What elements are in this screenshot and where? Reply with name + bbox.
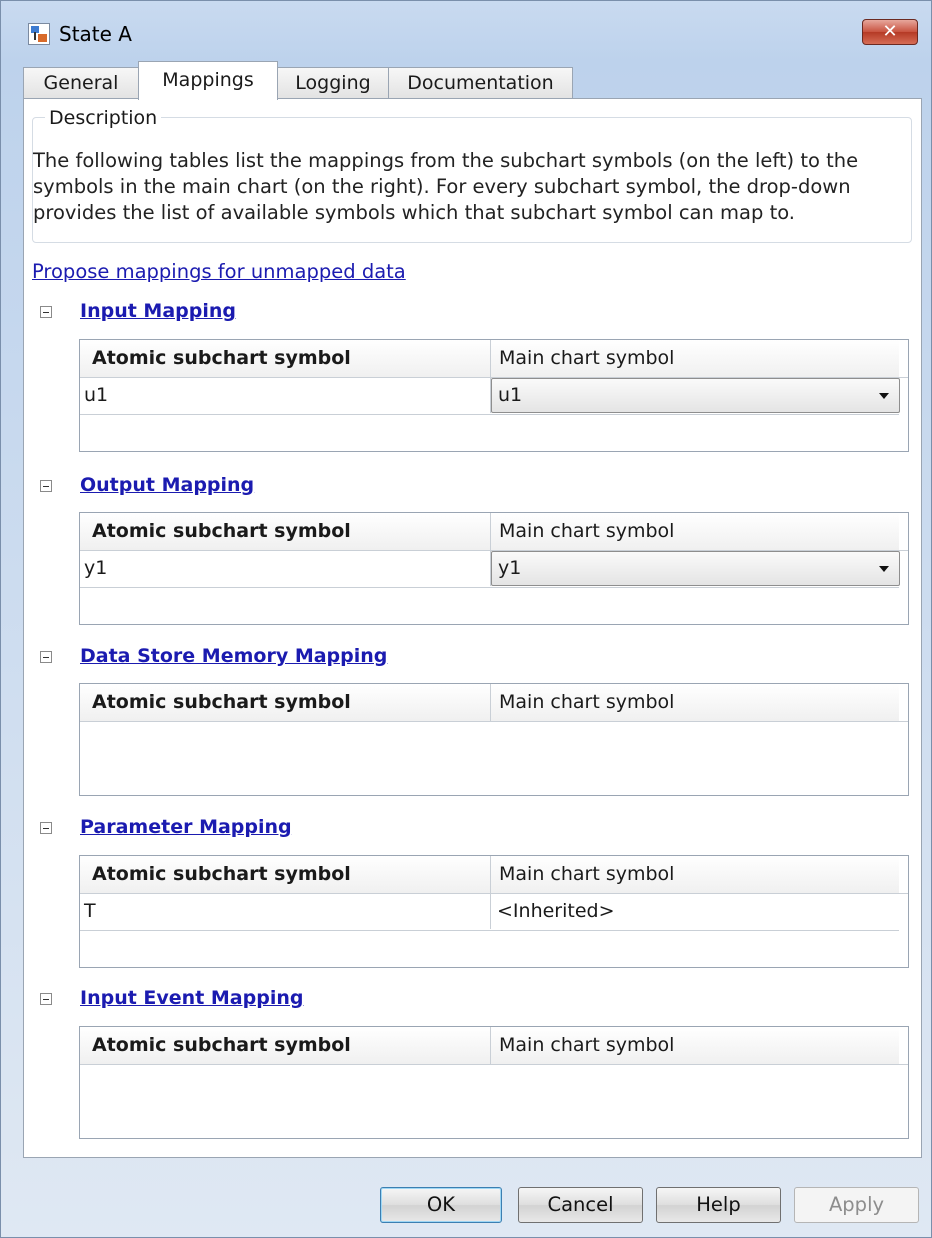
table-row: y1 y1 bbox=[80, 550, 900, 588]
dropdown-arrow-icon bbox=[879, 566, 889, 572]
collapse-icon[interactable] bbox=[40, 480, 52, 492]
window-title: State A bbox=[59, 22, 132, 46]
column-header-main[interactable]: Main chart symbol bbox=[491, 513, 899, 550]
title-bar[interactable]: State A ✕ bbox=[1, 1, 931, 51]
table-header: Atomic subchart symbol Main chart symbol bbox=[80, 684, 908, 722]
dropdown-arrow-icon bbox=[879, 393, 889, 399]
main-symbol-dropdown[interactable]: y1 bbox=[491, 551, 900, 586]
collapse-icon[interactable] bbox=[40, 993, 52, 1005]
description-legend: Description bbox=[45, 107, 162, 129]
description-text: The following tables list the mappings f… bbox=[33, 148, 909, 226]
collapse-icon[interactable] bbox=[40, 651, 52, 663]
table-header: Atomic subchart symbol Main chart symbol bbox=[80, 856, 908, 894]
apply-button[interactable]: Apply bbox=[794, 1187, 919, 1223]
column-header-subchart[interactable]: Atomic subchart symbol bbox=[80, 340, 491, 377]
parameter-mapping-title[interactable]: Parameter Mapping bbox=[80, 816, 292, 838]
column-header-subchart[interactable]: Atomic subchart symbol bbox=[80, 1027, 491, 1064]
table-header: Atomic subchart symbol Main chart symbol bbox=[80, 1027, 908, 1065]
collapse-icon[interactable] bbox=[40, 306, 52, 318]
table-row: T <Inherited> bbox=[80, 893, 899, 931]
column-header-main[interactable]: Main chart symbol bbox=[491, 340, 899, 377]
table-header: Atomic subchart symbol Main chart symbol bbox=[80, 340, 908, 378]
cancel-button[interactable]: Cancel bbox=[518, 1187, 643, 1223]
data-store-mapping-table: Atomic subchart symbol Main chart symbol bbox=[79, 683, 909, 796]
close-icon: ✕ bbox=[882, 21, 898, 42]
help-button[interactable]: Help bbox=[656, 1187, 781, 1223]
main-symbol-dropdown[interactable]: u1 bbox=[491, 378, 900, 413]
main-symbol-cell[interactable]: <Inherited> bbox=[491, 893, 899, 929]
output-mapping-title[interactable]: Output Mapping bbox=[80, 474, 254, 496]
tab-mappings[interactable]: Mappings bbox=[138, 61, 278, 100]
tab-general[interactable]: General bbox=[23, 67, 139, 98]
propose-mappings-link[interactable]: Propose mappings for unmapped data bbox=[32, 260, 406, 283]
description-line: provides the list of available symbols w… bbox=[33, 201, 796, 224]
column-header-subchart[interactable]: Atomic subchart symbol bbox=[80, 513, 491, 550]
table-header: Atomic subchart symbol Main chart symbol bbox=[80, 513, 908, 551]
input-event-mapping-title[interactable]: Input Event Mapping bbox=[80, 987, 303, 1009]
column-header-main[interactable]: Main chart symbol bbox=[491, 1027, 899, 1064]
ok-button[interactable]: OK bbox=[380, 1187, 502, 1223]
subchart-symbol-cell[interactable]: u1 bbox=[80, 377, 491, 413]
column-header-subchart[interactable]: Atomic subchart symbol bbox=[80, 856, 491, 893]
output-mapping-table: Atomic subchart symbol Main chart symbol… bbox=[79, 512, 909, 625]
table-row: u1 u1 bbox=[80, 377, 900, 415]
input-mapping-title[interactable]: Input Mapping bbox=[80, 300, 236, 322]
dialog-window: State A ✕ General Mappings Logging Docum… bbox=[0, 0, 932, 1238]
tab-documentation[interactable]: Documentation bbox=[388, 67, 573, 98]
stateflow-state-icon bbox=[28, 23, 50, 45]
tab-logging[interactable]: Logging bbox=[277, 67, 389, 98]
subchart-symbol-cell[interactable]: T bbox=[80, 893, 491, 929]
description-line: symbols in the main chart (on the right)… bbox=[33, 175, 851, 198]
collapse-icon[interactable] bbox=[40, 822, 52, 834]
column-header-main[interactable]: Main chart symbol bbox=[491, 684, 899, 721]
input-event-mapping-table: Atomic subchart symbol Main chart symbol bbox=[79, 1026, 909, 1139]
data-store-mapping-title[interactable]: Data Store Memory Mapping bbox=[80, 645, 387, 667]
dropdown-value: y1 bbox=[498, 557, 522, 579]
parameter-mapping-table: Atomic subchart symbol Main chart symbol… bbox=[79, 855, 909, 968]
input-mapping-table: Atomic subchart symbol Main chart symbol… bbox=[79, 339, 909, 452]
mappings-panel: Description The following tables list th… bbox=[23, 98, 922, 1158]
column-header-main[interactable]: Main chart symbol bbox=[491, 856, 899, 893]
description-line: The following tables list the mappings f… bbox=[33, 149, 859, 172]
close-button[interactable]: ✕ bbox=[862, 19, 918, 45]
dropdown-value: u1 bbox=[498, 384, 523, 406]
description-group: Description The following tables list th… bbox=[32, 107, 912, 243]
subchart-symbol-cell[interactable]: y1 bbox=[80, 550, 491, 586]
column-header-subchart[interactable]: Atomic subchart symbol bbox=[80, 684, 491, 721]
